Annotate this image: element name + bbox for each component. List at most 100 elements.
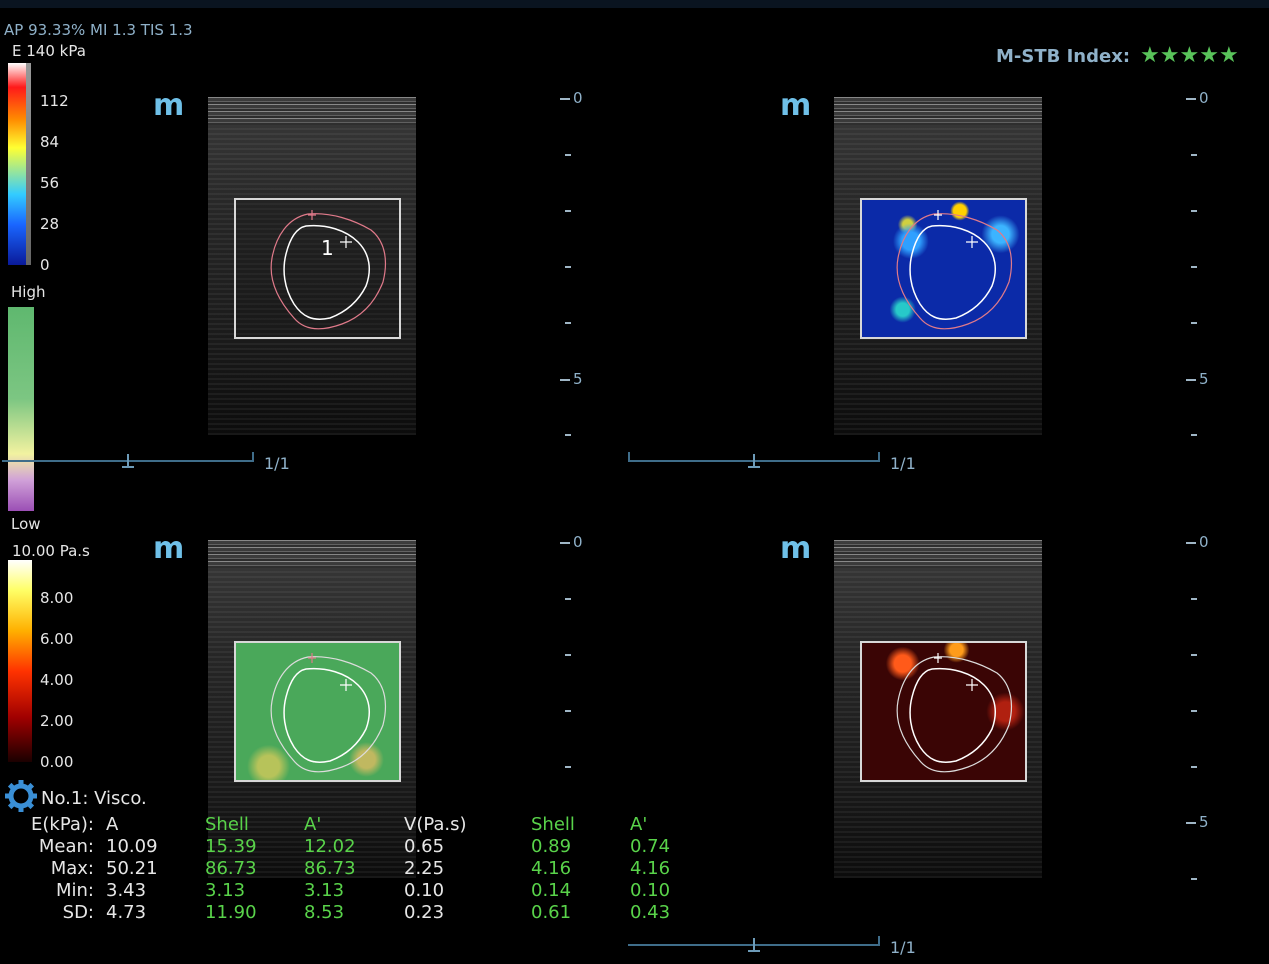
table-cell: 3.13 [205,880,246,901]
table-cell: 3.13 [304,880,345,901]
depth-tick [565,266,571,268]
table-cell: 0.65 [404,836,445,857]
table-cell: 0.10 [630,880,671,901]
depth-tick [1191,598,1197,600]
depth-tick [1191,710,1197,712]
quality-colorbar [8,307,34,511]
viscosity-tick: 0.00 [40,753,74,771]
settings-gear-icon[interactable] [4,779,38,813]
table-cell: 10.09 [106,836,158,857]
table-cell: 15.39 [205,836,257,857]
probe-orientation-logo: m [780,531,811,566]
table-cell: Mean: [38,836,94,857]
depth-label: 0 [1199,89,1209,107]
table-cell: 2.25 [404,858,445,879]
table-cell: 86.73 [205,858,257,879]
depth-tick [1191,878,1197,880]
depth-tick [1191,434,1197,436]
skin-layer [208,97,416,125]
table-cell: SD: [62,902,94,923]
probe-orientation-logo: m [153,88,184,123]
table-cell: 0.89 [531,836,572,857]
table-cell: 11.90 [205,902,257,923]
table-header: Shell [205,814,249,835]
frame-counter: 1/1 [890,454,916,473]
table-header: E(kPa): [31,814,94,835]
table-header: V(Pa.s) [404,814,467,835]
table-cell: 50.21 [106,858,158,879]
depth-label: 0 [573,89,583,107]
roi-marker: 1 [321,236,334,260]
frame-counter: 1/1 [890,938,916,957]
colorbar-edge [26,63,31,265]
quality-low-label: Low [11,515,41,533]
depth-tick [560,542,570,544]
viscosity-colorbar [8,560,32,762]
top-bar [0,0,1269,8]
cine-cursor-icon[interactable] [748,938,760,952]
table-header: A [106,814,119,835]
depth-tick [565,598,571,600]
cine-cursor-icon[interactable] [748,454,760,468]
depth-tick [565,710,571,712]
table-cell: 0.61 [531,902,572,923]
depth-tick [1191,266,1197,268]
viscosity-scale-title: 10.00 Pa.s [12,542,90,560]
table-cell: 0.14 [531,880,572,901]
table-cell: 3.43 [106,880,147,901]
cine-cursor-icon[interactable] [122,454,134,468]
star-icon: ★ [1159,43,1180,68]
lesion-contour-br [896,653,1012,773]
viscosity-tick: 2.00 [40,712,74,730]
table-header: Shell [531,814,575,835]
elasticity-scale-title: E 140 kPa [12,42,86,60]
depth-tick [565,322,571,324]
depth-tick [565,154,571,156]
measurement-title: No.1: Visco. [41,788,147,809]
star-icon: ★ [1199,43,1219,68]
table-cell: 0.43 [630,902,671,923]
table-cell: 0.74 [630,836,671,857]
probe-orientation-logo: m [780,88,811,123]
cine-timeline-end [252,452,254,462]
stb-stars: ★★★★★ [1140,43,1239,68]
lesion-contour-tr [896,210,1012,330]
star-icon: ★ [1218,43,1239,68]
depth-tick [560,379,570,381]
depth-tick [1186,98,1196,100]
elasticity-tick: 112 [40,92,69,110]
star-icon: ★ [1179,43,1200,68]
elasticity-tick: 28 [40,215,60,233]
elasticity-tick: 56 [40,174,60,192]
table-cell: Max: [50,858,94,879]
depth-tick [1191,210,1197,212]
table-cell: 4.16 [630,858,671,879]
roi-box-tr [860,198,1027,339]
skin-layer [834,540,1042,568]
table-cell: 4.73 [106,902,147,923]
depth-label: 5 [1199,813,1209,831]
depth-tick [1186,542,1196,544]
acoustic-params: AP 93.33% MI 1.3 TIS 1.3 [4,21,193,39]
depth-tick [1191,766,1197,768]
table-cell: 0.23 [404,902,445,923]
depth-label: 5 [1199,370,1209,388]
depth-label: 5 [573,370,583,388]
depth-label: 0 [573,533,583,551]
elasticity-tick: 0 [40,256,50,274]
stb-index-label: M-STB Index: [996,46,1131,67]
roi-box-tl: 1 [234,198,401,339]
cine-timeline-start [628,452,630,462]
probe-orientation-logo: m [153,531,184,566]
elasticity-tick: 84 [40,133,60,151]
viscosity-tick: 8.00 [40,589,74,607]
quality-high-label: High [11,283,46,301]
table-cell: 86.73 [304,858,356,879]
table-cell: 0.10 [404,880,445,901]
roi-box-bl [234,641,401,782]
viscosity-tick: 4.00 [40,671,74,689]
skin-layer [834,97,1042,125]
depth-tick [1191,654,1197,656]
table-cell: 12.02 [304,836,356,857]
star-icon: ★ [1140,43,1160,68]
